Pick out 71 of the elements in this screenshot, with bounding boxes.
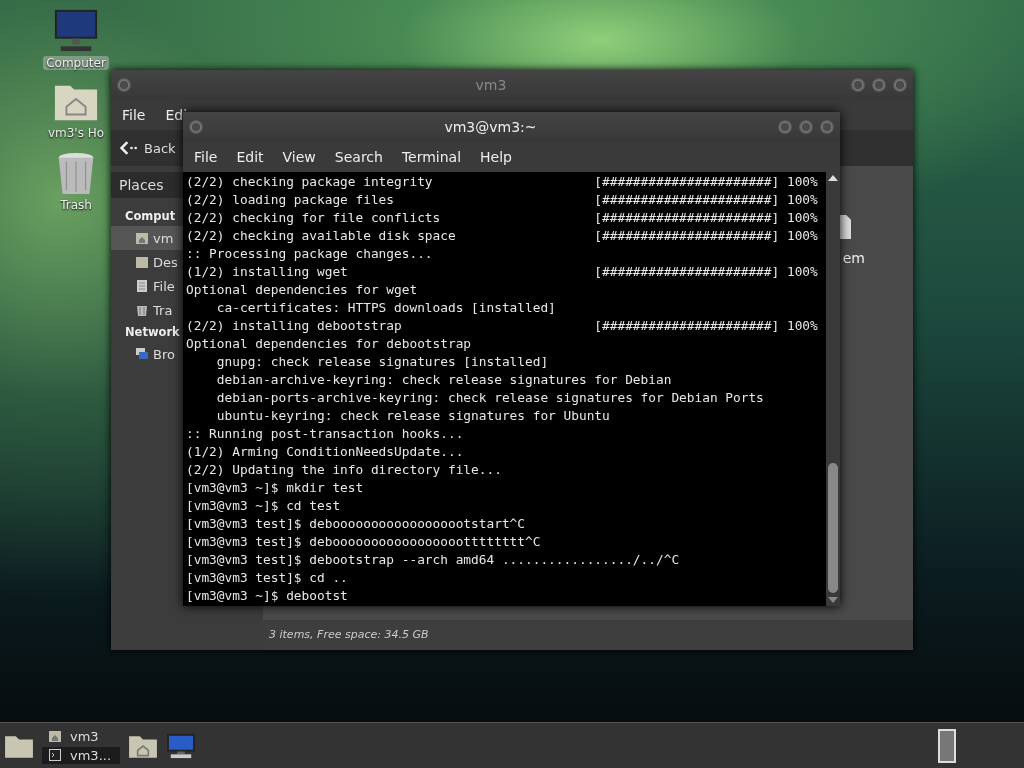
terminal-line: debian-ports-archive-keyring: check release signatures for Debian Ports — [215, 389, 764, 407]
progress-text: [######################] 100% — [594, 173, 818, 191]
taskbar-task[interactable]: vm3 — [42, 727, 120, 745]
terminal-line: Optional dependencies for wget — [186, 281, 419, 299]
folder-icon — [135, 255, 149, 269]
window-control-button[interactable] — [893, 78, 907, 92]
scroll-down-icon[interactable] — [828, 597, 838, 603]
network-icon — [135, 347, 149, 361]
menu-item[interactable]: Search — [334, 149, 383, 165]
terminal-line: (2/2) checking for file conflicts — [186, 209, 442, 227]
terminal-line: :: Running post-transaction hooks... — [186, 425, 465, 443]
sidebar-item[interactable]: Tra — [111, 298, 183, 322]
window-title: vm3 — [474, 77, 508, 93]
menu-item[interactable]: File — [122, 107, 146, 123]
window-control-button[interactable] — [851, 78, 865, 92]
scrollbar-thumb[interactable] — [828, 463, 838, 593]
home-folder-icon — [135, 231, 149, 245]
trash-icon — [135, 303, 149, 317]
terminal-line: gnupg: check release signatures [installed] — [215, 353, 550, 371]
back-button[interactable]: Back — [119, 137, 176, 159]
window-control-button[interactable] — [872, 78, 886, 92]
sidebar-section-title: Network — [124, 324, 180, 341]
progress-text: [######################] 100% — [594, 209, 818, 227]
home-folder-icon — [48, 729, 62, 743]
menu-item[interactable]: Terminal — [401, 149, 462, 165]
progress-text: [######################] 100% — [594, 191, 818, 209]
window-control-button[interactable] — [799, 120, 813, 134]
terminal-line: [vm3@vm3 ~]$ cd test — [186, 497, 342, 515]
sidebar-item[interactable]: Des — [111, 250, 183, 274]
terminal-line: (2/2) Updating the info directory file... — [186, 461, 503, 479]
terminal-line: :: Processing package changes... — [186, 245, 434, 263]
sidebar-item[interactable]: File — [111, 274, 183, 298]
back-arrow-icon — [119, 139, 139, 157]
terminal-line: [vm3@vm3 test]$ deboooooooooooooooootstart^C — [186, 515, 526, 533]
menu-item[interactable]: Help — [480, 149, 512, 165]
menu-item[interactable]: Edit — [236, 149, 264, 165]
sidebar-item[interactable]: Bro — [111, 342, 183, 366]
progress-text: [######################] 100% — [594, 227, 818, 245]
progress-text: [######################] 100% — [594, 263, 818, 281]
terminal-line: ubuntu-keyring: check release signatures for Ubuntu — [215, 407, 610, 425]
terminal-line: (2/2) installing debootstrap — [186, 317, 403, 335]
window-title: vm3@vm3:~ — [443, 119, 538, 135]
terminal-icon — [48, 748, 62, 762]
status-bar-text: 3 items, Free space: 34.5 GB — [263, 620, 913, 650]
terminal-line: ca-certificates: HTTPS downloads [installed] — [215, 299, 557, 317]
terminal-line: [vm3@vm3 ~]$ debootst — [186, 587, 349, 605]
terminal-line: [vm3@vm3 test]$ deboooooooooooooooootttttttt^C — [186, 533, 542, 551]
drive-icon — [135, 279, 149, 293]
taskbar-task[interactable]: vm3... — [42, 746, 120, 764]
workspace-switcher-icon[interactable] — [938, 727, 956, 764]
progress-text: [######################] 100% — [594, 317, 818, 335]
terminal-line: (1/2) Arming ConditionNeedsUpdate... — [186, 443, 465, 461]
sidebar-section-title: Comput — [124, 208, 176, 225]
scroll-up-icon[interactable] — [828, 175, 838, 181]
window-control-button[interactable] — [778, 120, 792, 134]
terminal-line: Optional dependencies for debootstrap — [186, 335, 473, 353]
terminal-line: [vm3@vm3 test]$ cd .. — [186, 569, 349, 587]
window-control-button[interactable] — [189, 120, 203, 134]
terminal-line: (1/2) installing wget — [186, 263, 349, 281]
terminal-line: [vm3@vm3 ~]$ mkdir test — [186, 479, 365, 497]
window-control-button[interactable] — [117, 78, 131, 92]
menu-item[interactable]: File — [194, 149, 218, 165]
terminal-line: [vm3@vm3 test]$ debootstrap --arch amd64 ................./../^C — [186, 551, 680, 569]
terminal-line: debian-archive-keyring: check release signatures for Debian — [215, 371, 672, 389]
menu-item[interactable]: View — [282, 149, 316, 165]
computer-icon[interactable] — [166, 732, 196, 759]
sidebar-item[interactable]: vm — [111, 226, 183, 250]
file-label[interactable]: em — [842, 250, 865, 266]
scrollbar[interactable] — [826, 172, 840, 606]
window-control-button[interactable] — [820, 120, 834, 134]
terminal-line: (2/2) checking available disk space — [186, 227, 457, 245]
